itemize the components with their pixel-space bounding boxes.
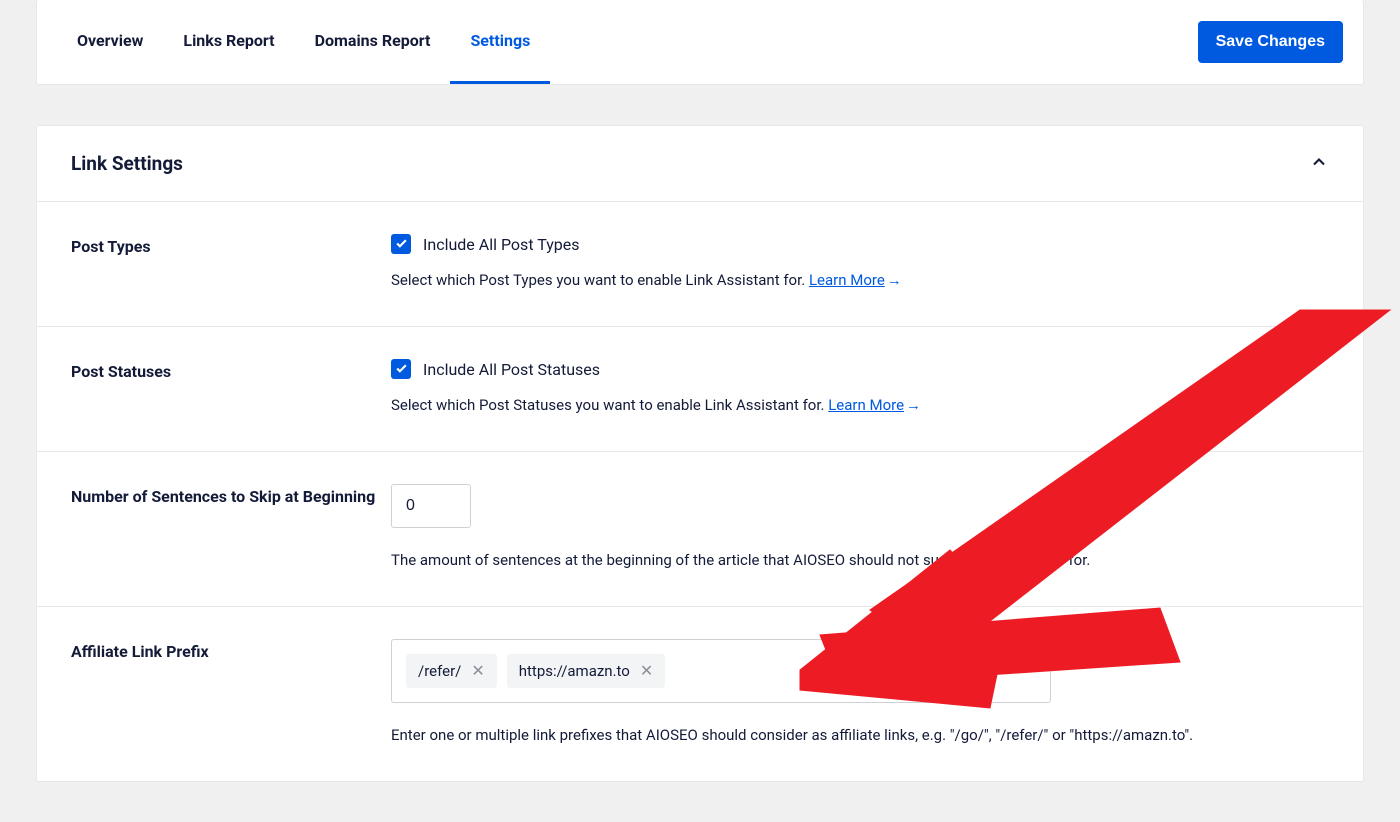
affiliate-prefix-input[interactable]: /refer/ ✕ https://amazn.to ✕ [391, 639, 1051, 703]
post-types-checkbox[interactable] [391, 234, 411, 254]
close-icon: ✕ [640, 663, 653, 679]
link-settings-card: Link Settings Post Types Include All Pos… [36, 125, 1364, 782]
post-statuses-check-label: Include All Post Statuses [423, 360, 600, 379]
tag-remove[interactable]: ✕ [471, 663, 484, 679]
tag-item: https://amazn.to ✕ [507, 654, 666, 688]
affiliate-prefix-help: Enter one or multiple link prefixes that… [391, 723, 1329, 747]
check-icon [395, 235, 408, 254]
chevron-up-icon [1309, 152, 1329, 176]
post-types-learn-more[interactable]: Learn More [809, 271, 885, 289]
collapse-toggle[interactable] [1309, 154, 1329, 174]
tab-domains-report[interactable]: Domains Report [295, 0, 451, 84]
tabs-bar: Overview Links Report Domains Report Set… [36, 0, 1364, 85]
tab-links-report[interactable]: Links Report [163, 0, 294, 84]
row-skip-sentences: Number of Sentences to Skip at Beginning… [37, 452, 1363, 607]
skip-sentences-label: Number of Sentences to Skip at Beginning [71, 484, 391, 572]
skip-sentences-help: The amount of sentences at the beginning… [391, 548, 1329, 572]
skip-sentences-input[interactable] [391, 484, 471, 528]
post-statuses-label: Post Statuses [71, 359, 391, 417]
post-statuses-checkbox[interactable] [391, 359, 411, 379]
row-post-types: Post Types Include All Post Types Select… [37, 202, 1363, 327]
card-title: Link Settings [71, 152, 183, 175]
save-button[interactable]: Save Changes [1198, 21, 1343, 63]
post-types-check-label: Include All Post Types [423, 235, 579, 254]
arrow-right-icon: → [906, 393, 921, 417]
tag-label: https://amazn.to [519, 662, 630, 680]
arrow-right-icon: → [887, 268, 902, 292]
tab-overview[interactable]: Overview [57, 0, 163, 84]
affiliate-prefix-label: Affiliate Link Prefix [71, 639, 391, 747]
row-affiliate-prefix: Affiliate Link Prefix /refer/ ✕ https://… [37, 607, 1363, 781]
check-icon [395, 360, 408, 379]
post-statuses-learn-more[interactable]: Learn More [828, 396, 904, 414]
post-statuses-help: Select which Post Statuses you want to e… [391, 393, 1329, 417]
close-icon: ✕ [471, 663, 484, 679]
tag-remove[interactable]: ✕ [640, 663, 653, 679]
post-types-help: Select which Post Types you want to enab… [391, 268, 1329, 292]
row-post-statuses: Post Statuses Include All Post Statuses … [37, 327, 1363, 452]
tab-settings[interactable]: Settings [450, 0, 550, 84]
tag-item: /refer/ ✕ [406, 654, 497, 688]
tabs-container: Overview Links Report Domains Report Set… [57, 0, 550, 84]
tag-label: /refer/ [418, 662, 461, 680]
post-types-label: Post Types [71, 234, 391, 292]
card-header: Link Settings [37, 126, 1363, 202]
